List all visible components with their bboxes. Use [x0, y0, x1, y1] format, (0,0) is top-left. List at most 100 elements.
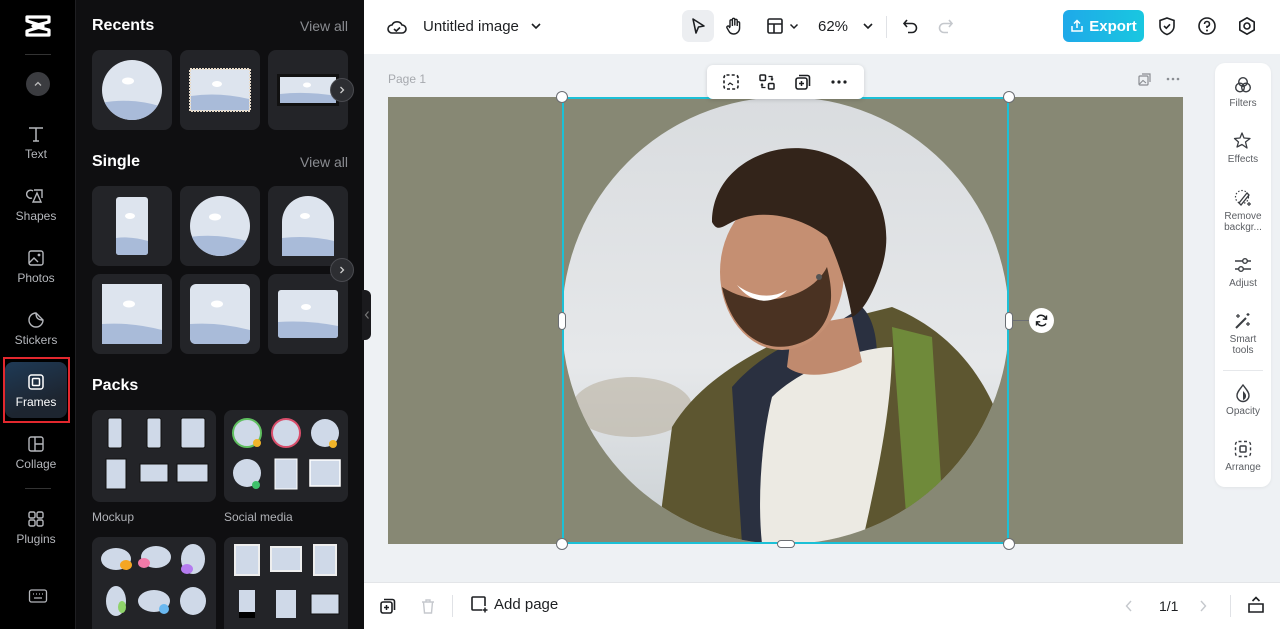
pack-blob-shapes[interactable]	[92, 537, 216, 629]
title-menu-button[interactable]	[528, 18, 544, 34]
rotate-handle[interactable]	[1029, 308, 1054, 333]
frame-thumb-stamp[interactable]	[180, 50, 260, 130]
pack-mockup[interactable]	[92, 410, 216, 502]
pack-photo-prints[interactable]	[224, 537, 348, 629]
resize-handle-bottom-left[interactable]	[556, 538, 568, 550]
frame-thumb-circle[interactable]	[92, 50, 172, 130]
tool-label: Smart tools	[1229, 334, 1257, 356]
rail-item-shapes[interactable]: Shapes	[5, 176, 67, 232]
shield-check-icon	[1159, 17, 1175, 36]
rail-item-label: Plugins	[16, 531, 56, 546]
page-panel-toggle-button[interactable]	[1246, 595, 1266, 620]
duplicate-page-button[interactable]	[1137, 71, 1153, 87]
left-rail: Text Shapes Photos Stickers Frames Colla…	[0, 0, 76, 629]
collapse-button[interactable]	[26, 72, 50, 96]
pack-social-media[interactable]	[224, 410, 348, 502]
tools-divider	[1223, 370, 1263, 371]
bottom-divider	[452, 595, 453, 617]
replace-button[interactable]	[757, 72, 777, 92]
page-counter: 1/1	[1159, 598, 1179, 614]
tool-adjust[interactable]: Adjust	[1215, 255, 1271, 289]
top-bar: Untitled image 62% Export	[364, 0, 1280, 54]
tool-opacity[interactable]: Opacity	[1215, 383, 1271, 417]
rail-item-plugins[interactable]: Plugins	[5, 499, 67, 555]
add-page-button[interactable]: Add page	[470, 595, 558, 613]
frame-thumb-landscape[interactable]	[268, 274, 348, 354]
redo-button[interactable]	[935, 15, 957, 37]
resize-handle-left[interactable]	[558, 312, 566, 330]
tool-label: Adjust	[1229, 278, 1257, 289]
frame-thumb-arch[interactable]	[268, 186, 348, 266]
tool-arrange[interactable]: Arrange	[1215, 439, 1271, 473]
undo-button[interactable]	[899, 15, 921, 37]
undo-icon	[902, 19, 918, 34]
tool-label: Remove backgr...	[1224, 211, 1262, 233]
security-button[interactable]	[1156, 15, 1178, 37]
resize-handle-right[interactable]	[1005, 312, 1013, 330]
resize-handle-bottom[interactable]	[777, 540, 795, 548]
rail-item-label: Shapes	[15, 208, 57, 223]
recents-view-all-link[interactable]: View all	[300, 18, 348, 34]
document-title[interactable]: Untitled image	[423, 18, 519, 35]
settings-button[interactable]	[1236, 15, 1258, 37]
recents-next-button[interactable]	[330, 78, 354, 102]
upload-icon	[1071, 19, 1083, 32]
frame-thumb-circle-single[interactable]	[180, 186, 260, 266]
layout-menu-button[interactable]	[762, 14, 802, 38]
resize-handle-top-left[interactable]	[556, 91, 568, 103]
rail-item-photos[interactable]: Photos	[5, 238, 67, 294]
crop-frame-button[interactable]	[721, 72, 741, 92]
next-page-button[interactable]	[1198, 599, 1208, 618]
resize-handle-top-right[interactable]	[1003, 91, 1015, 103]
single-next-button[interactable]	[330, 258, 354, 282]
frames-panel: Recents View all Single View all Packs M…	[76, 0, 364, 629]
previous-page-button[interactable]	[1124, 599, 1134, 618]
rail-item-stickers[interactable]: Stickers	[5, 300, 67, 356]
more-options-button[interactable]	[829, 72, 849, 92]
zoom-level[interactable]: 62%	[818, 18, 848, 35]
frame-thumb-rounded-rect[interactable]	[92, 186, 172, 266]
chevron-down-icon	[863, 23, 873, 30]
bottom-bar: Add page 1/1	[364, 582, 1280, 629]
keyboard-icon	[28, 589, 48, 603]
rail-item-collage[interactable]: Collage	[5, 424, 67, 480]
add-duplicate-icon	[380, 598, 396, 614]
opacity-icon	[1236, 383, 1250, 403]
chevron-right-icon	[1200, 600, 1207, 612]
delete-page-button[interactable]	[419, 597, 437, 620]
frame-thumb-rounded-square[interactable]	[180, 274, 260, 354]
page-label: Page 1	[388, 72, 427, 86]
tool-filters[interactable]: Filters	[1215, 75, 1271, 109]
photo-prints-pack-preview	[234, 544, 340, 618]
help-button[interactable]	[1196, 15, 1218, 37]
keyboard-shortcuts-button[interactable]	[28, 588, 48, 609]
capcut-logo[interactable]	[24, 14, 52, 38]
cursor-icon	[692, 18, 705, 34]
single-view-all-link[interactable]: View all	[300, 154, 348, 170]
rail-item-text[interactable]: Text	[5, 114, 67, 170]
hand-tool-button[interactable]	[722, 14, 746, 38]
panel-collapse-handle[interactable]	[362, 290, 371, 340]
tool-remove-background[interactable]: Remove backgr...	[1215, 188, 1271, 233]
chevron-right-icon	[340, 86, 345, 94]
copy-image-icon	[1138, 73, 1151, 86]
tool-label: Filters	[1229, 98, 1257, 109]
duplicate-button[interactable]	[793, 72, 813, 92]
page-more-button[interactable]	[1164, 71, 1182, 87]
zoom-menu-button[interactable]	[860, 18, 876, 34]
rotate-icon	[1035, 314, 1048, 327]
export-button[interactable]: Export	[1063, 10, 1144, 42]
duplicate-page-bottom-button[interactable]	[379, 597, 397, 620]
replace-icon	[759, 74, 775, 90]
effects-icon	[1233, 132, 1251, 149]
tool-effects[interactable]: Effects	[1215, 131, 1271, 165]
chevron-down-icon	[789, 23, 798, 30]
cloud-save-status[interactable]	[386, 16, 408, 38]
frame-preview-image	[190, 196, 250, 256]
select-tool-button[interactable]	[682, 10, 714, 42]
frame-thumb-square[interactable]	[92, 274, 172, 354]
resize-handle-bottom-right[interactable]	[1003, 538, 1015, 550]
settings-icon	[1239, 17, 1255, 35]
tool-smart-tools[interactable]: Smart tools	[1215, 311, 1271, 356]
shapes-icon	[26, 188, 43, 203]
